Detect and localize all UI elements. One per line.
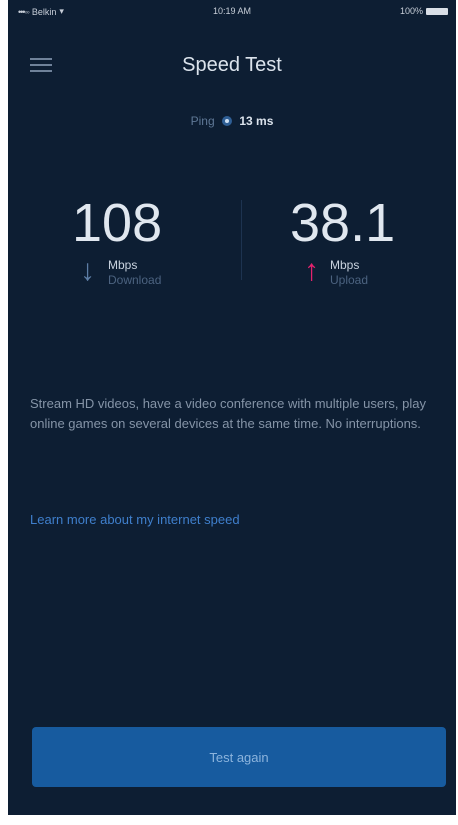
battery-icon	[426, 7, 448, 15]
battery-percent: 100%	[399, 6, 423, 16]
upload-metric: 38.1 ↑ Mbps Upload	[290, 196, 395, 296]
status-right: 100%	[400, 6, 448, 16]
download-value: 108	[72, 193, 163, 253]
phone-screen: •••◦◦ Belkin ▾ 10:19 AM 100% Speed Test …	[8, 0, 456, 815]
upload-label: Upload	[330, 273, 369, 287]
download-label: Download	[108, 273, 162, 287]
metric-divider	[241, 200, 242, 280]
upload-unit: Mbps	[330, 258, 360, 272]
ping-label: Ping	[190, 114, 215, 128]
learn-more-link[interactable]: Learn more about my internet speed	[30, 512, 240, 527]
status-bar: •••◦◦ Belkin ▾ 10:19 AM 100%	[8, 0, 456, 22]
arrow-down-icon: ↓	[80, 254, 95, 287]
ping-row: Ping 13 ms	[8, 114, 456, 128]
ping-dot-icon	[222, 115, 232, 126]
upload-value: 38.1	[290, 193, 396, 253]
page-title: Speed Test	[182, 54, 282, 76]
download-metric: 108 ↓ Mbps Download	[72, 196, 162, 296]
status-time: 10:19 AM	[212, 6, 252, 16]
arrow-up-icon: ↑	[304, 254, 319, 287]
speed-description: Stream HD videos, have a video conferenc…	[30, 396, 426, 431]
ping-value: 13 ms	[239, 114, 274, 128]
download-unit: Mbps	[108, 258, 138, 272]
test-again-button[interactable]: Test again	[32, 727, 446, 787]
